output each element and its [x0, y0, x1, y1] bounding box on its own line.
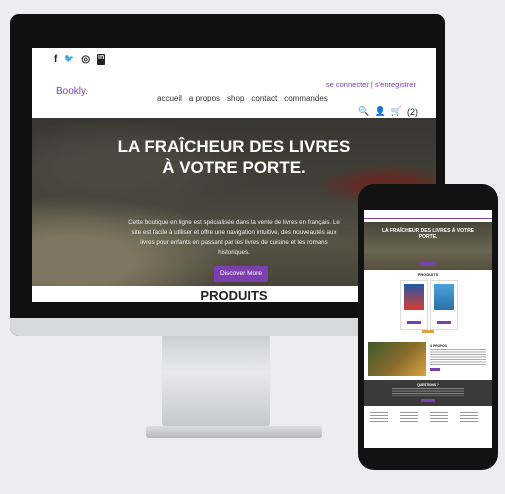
about-text — [430, 349, 486, 365]
instagram-icon[interactable]: ◎ — [81, 54, 90, 65]
social-links: f 🐦 ◎ in — [54, 54, 106, 65]
footer-column — [460, 410, 486, 436]
about-more-button[interactable] — [430, 368, 440, 371]
book-cover — [404, 284, 424, 310]
nav-item-accueil[interactable]: accueil — [157, 94, 182, 103]
phone-hero-title: LA FRAÎCHEUR DES LIVRES À VOTRE PORTE. — [381, 228, 475, 240]
questions-text — [392, 388, 464, 396]
footer-column — [430, 410, 456, 436]
header-icons: 🔍 👤 🛒 (2) — [358, 106, 418, 117]
monitor-stand-base — [146, 426, 322, 438]
footer-column — [400, 410, 426, 436]
user-icon[interactable]: 👤 — [375, 106, 386, 117]
questions-heading: QUESTIONS ? — [417, 383, 439, 387]
main-nav: accueil a propos shop contact commandes — [157, 94, 328, 103]
nav-item-commandes[interactable]: commandes — [284, 94, 328, 103]
phone-discover-button[interactable] — [420, 262, 436, 266]
facebook-icon[interactable]: f — [54, 54, 57, 65]
add-to-cart-button[interactable] — [437, 321, 451, 324]
login-link[interactable]: se connecter — [326, 80, 369, 89]
hero-title: LA FRAÎCHEUR DES LIVRES À VOTRE PORTE. — [117, 137, 351, 177]
phone-products-heading: PRODUITS — [417, 272, 439, 277]
discover-more-button[interactable]: Discover More — [214, 266, 268, 282]
questions-section: QUESTIONS ? — [364, 380, 492, 406]
book-cover — [434, 284, 454, 310]
phone-footer — [364, 406, 492, 448]
nav-item-a-propos[interactable]: a propos — [189, 94, 220, 103]
auth-links: se connecter | s'enregistrer — [326, 80, 416, 89]
cart-count: (2) — [407, 106, 418, 117]
phone-product-card[interactable] — [430, 280, 458, 330]
phone-screen: LA FRAÎCHEUR DES LIVRES À VOTRE PORTE. P… — [364, 210, 492, 448]
about-image — [368, 342, 426, 376]
more-products-button[interactable] — [422, 330, 434, 333]
cart-icon[interactable]: 🛒 — [391, 106, 402, 117]
nav-item-shop[interactable]: shop — [227, 94, 244, 103]
contact-button[interactable] — [421, 399, 435, 402]
footer-column — [370, 410, 396, 436]
site-logo[interactable]: Bookly. — [56, 86, 88, 97]
auth-separator: | — [370, 80, 373, 89]
linkedin-icon[interactable]: in — [97, 54, 106, 65]
twitter-icon[interactable]: 🐦 — [64, 54, 74, 65]
phone-about-heading: À PROPOS — [430, 344, 447, 348]
hero-description: Cette boutique en ligne est spécialisée … — [128, 219, 340, 256]
search-icon[interactable]: 🔍 — [358, 106, 369, 117]
register-link[interactable]: s'enregistrer — [375, 80, 416, 89]
phone-hero: LA FRAÎCHEUR DES LIVRES À VOTRE PORTE. — [364, 222, 492, 270]
monitor-stand — [162, 336, 270, 428]
phone-product-card[interactable] — [400, 280, 428, 330]
phone-header — [364, 210, 492, 219]
nav-item-contact[interactable]: contact — [251, 94, 277, 103]
add-to-cart-button[interactable] — [407, 321, 421, 324]
